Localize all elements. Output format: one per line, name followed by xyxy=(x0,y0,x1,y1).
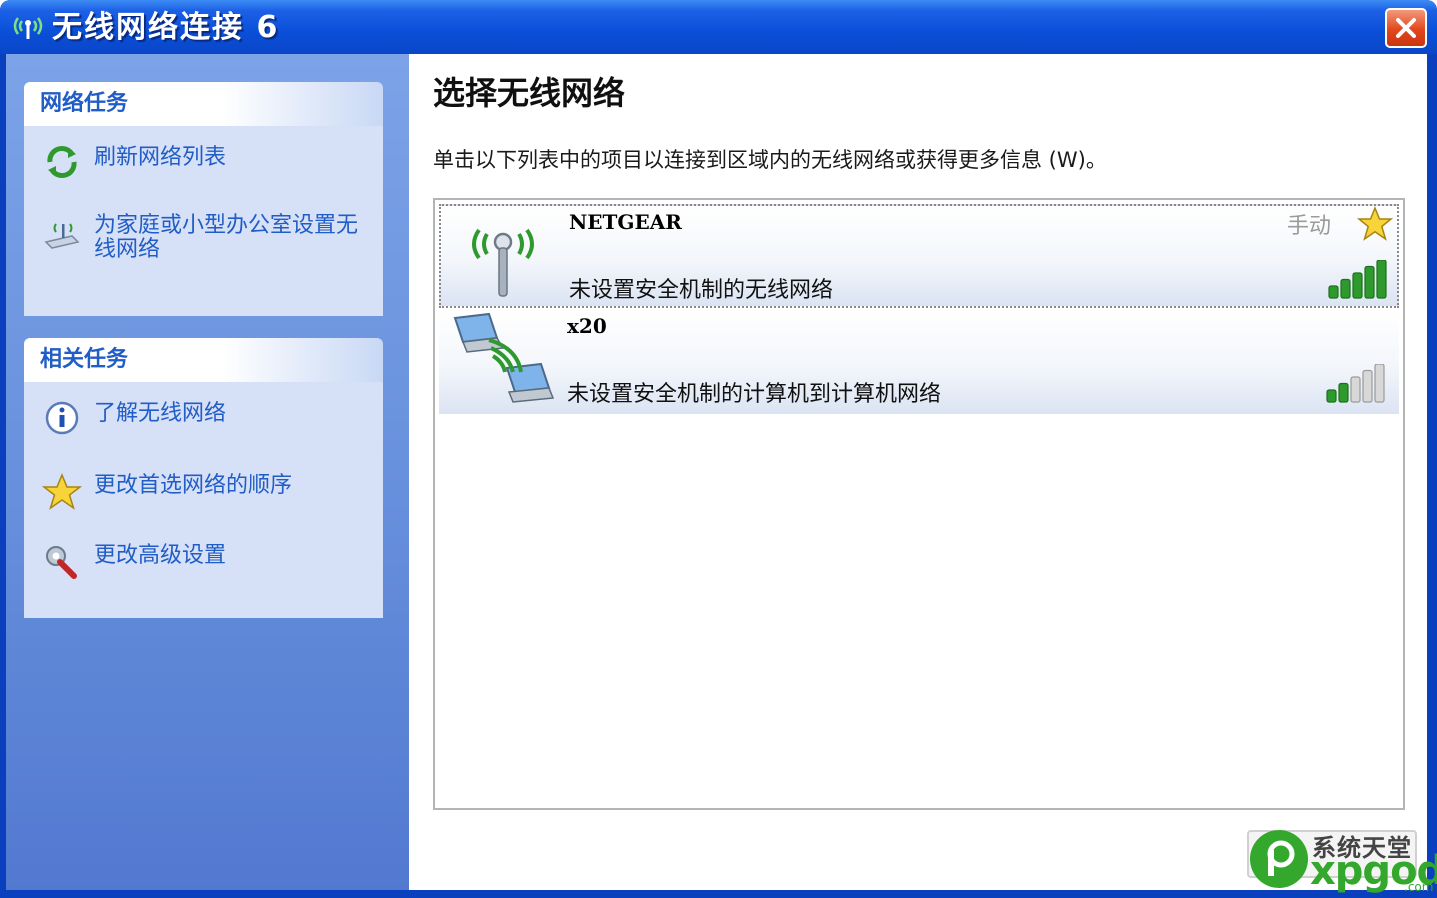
wireless-connection-window: 无线网络连接 6 网络任务 刷新网络列表 为家庭或小型办公室设置无线网络 相关任… xyxy=(0,0,1437,898)
main-content: 选择无线网络 单击以下列表中的项目以连接到区域内的无线网络或获得更多信息 (W)… xyxy=(409,54,1427,890)
related-tasks-group: 相关任务 了解无线网络 更改首选网络的顺序 更改高级设置 xyxy=(24,338,383,618)
star-icon xyxy=(42,473,82,510)
change-preferred-order-link[interactable]: 更改首选网络的顺序 xyxy=(24,468,383,510)
ad-hoc-network-icon xyxy=(453,312,555,403)
related-tasks-header[interactable]: 相关任务 xyxy=(24,338,383,382)
preferred-network-star-icon xyxy=(1356,206,1394,241)
network-tasks-header[interactable]: 网络任务 xyxy=(24,82,383,126)
close-icon xyxy=(1396,18,1416,38)
settings-icon xyxy=(46,546,77,579)
change-advanced-settings-link[interactable]: 更改高级设置 xyxy=(24,538,383,579)
setup-home-wireless-label: 为家庭或小型办公室设置无线网络 xyxy=(94,213,359,262)
network-item-x20[interactable]: x20 未设置安全机制的计算机到计算机网络 xyxy=(439,310,1399,414)
title-bar[interactable]: 无线网络连接 6 xyxy=(0,0,1437,54)
refresh-icon xyxy=(47,146,77,178)
signal-bar xyxy=(1376,260,1387,299)
signal-bar xyxy=(1328,285,1339,299)
access-point-icon xyxy=(472,228,534,297)
network-tasks-group: 网络任务 刷新网络列表 为家庭或小型办公室设置无线网络 xyxy=(24,82,383,316)
signal-bar xyxy=(1374,364,1385,403)
network-security-status: 未设置安全机制的无线网络 xyxy=(569,278,834,303)
signal-bar xyxy=(1362,369,1373,403)
close-button[interactable] xyxy=(1385,8,1427,48)
window-title: 无线网络连接 6 xyxy=(52,10,280,45)
refresh-network-list-label: 刷新网络列表 xyxy=(94,145,227,170)
change-advanced-settings-label: 更改高级设置 xyxy=(94,543,227,568)
network-mode-label: 手动 xyxy=(1287,214,1332,239)
signal-strength-icon xyxy=(1326,364,1385,403)
watermark-logo-icon xyxy=(1250,830,1308,888)
signal-bar xyxy=(1338,382,1349,403)
task-pane: 网络任务 刷新网络列表 为家庭或小型办公室设置无线网络 相关任务 了解无线网络 … xyxy=(6,54,409,890)
instruction-text: 单击以下列表中的项目以连接到区域内的无线网络或获得更多信息 (W)。 xyxy=(433,148,1107,172)
network-tasks-body: 刷新网络列表 为家庭或小型办公室设置无线网络 xyxy=(24,126,383,316)
network-item-netgear[interactable]: NETGEAR 未设置安全机制的无线网络 手动 xyxy=(439,204,1399,308)
signal-bar xyxy=(1326,389,1337,403)
watermark-suffix: .com xyxy=(1404,880,1434,894)
change-preferred-order-label: 更改首选网络的顺序 xyxy=(94,473,293,498)
wireless-setup-icon xyxy=(44,223,80,249)
network-list[interactable]: NETGEAR 未设置安全机制的无线网络 手动 x20 未设置安全机制的计算机到… xyxy=(433,198,1405,810)
related-tasks-body: 了解无线网络 更改首选网络的顺序 更改高级设置 xyxy=(24,382,383,618)
setup-home-wireless-link[interactable]: 为家庭或小型办公室设置无线网络 xyxy=(24,212,383,272)
wireless-signal-icon xyxy=(13,17,43,39)
page-title: 选择无线网络 xyxy=(433,74,626,112)
signal-strength-icon xyxy=(1328,260,1387,299)
info-icon xyxy=(45,401,79,435)
signal-bar xyxy=(1350,376,1361,403)
signal-bar xyxy=(1352,272,1363,299)
network-security-status: 未设置安全机制的计算机到计算机网络 xyxy=(567,382,942,407)
signal-bar xyxy=(1364,265,1375,299)
site-watermark: 系统天堂 xpgod .com xyxy=(1244,828,1437,898)
network-name: NETGEAR xyxy=(569,210,682,234)
refresh-network-list-link[interactable]: 刷新网络列表 xyxy=(24,140,383,180)
learn-wireless-link[interactable]: 了解无线网络 xyxy=(24,396,383,436)
signal-bar xyxy=(1340,278,1351,299)
network-name: x20 xyxy=(567,314,607,338)
learn-wireless-label: 了解无线网络 xyxy=(94,401,227,426)
